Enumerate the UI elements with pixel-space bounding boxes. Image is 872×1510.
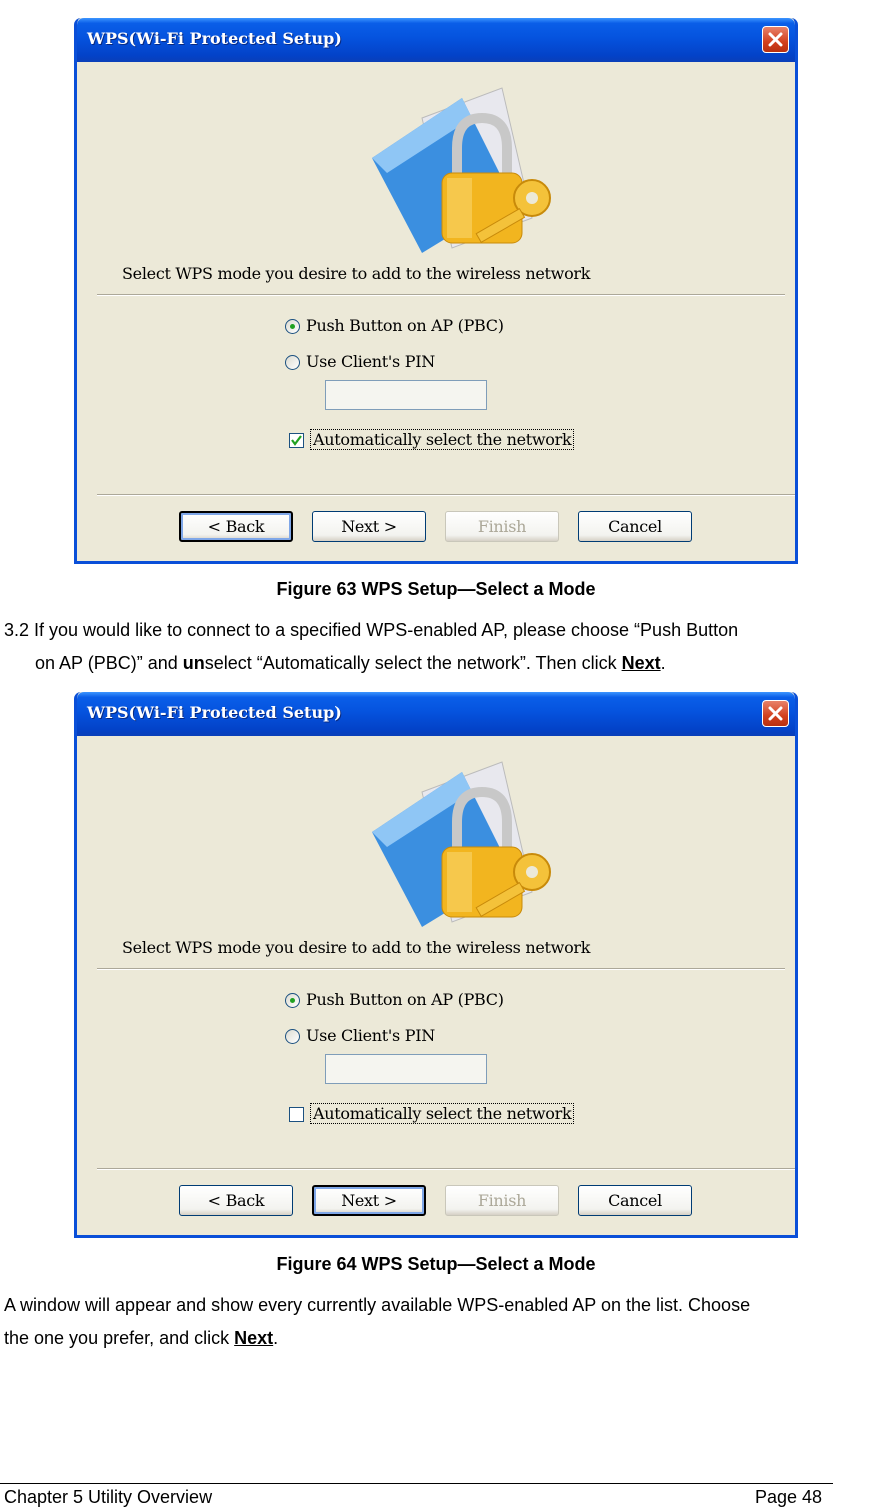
wps-dialog-2: WPS(Wi-Fi Protected Setup) Select WPS mo… [74, 692, 798, 1238]
next-reference-text: Next [234, 1328, 274, 1348]
close-button[interactable] [762, 700, 789, 727]
window-title: WPS(Wi-Fi Protected Setup) [87, 703, 342, 722]
result-line-1: A window will appear and show every curr… [4, 1295, 751, 1315]
folder-padlock-key-icon [372, 87, 551, 253]
separator [97, 494, 795, 496]
window-title: WPS(Wi-Fi Protected Setup) [87, 29, 342, 48]
radio-unselected-icon[interactable] [285, 1029, 300, 1044]
radio-pbc-label: Push Button on AP (PBC) [306, 316, 504, 335]
auto-select-label: Automatically select the network [310, 429, 575, 450]
bold-segment: un [182, 653, 205, 673]
folder-padlock-key-icon [372, 761, 551, 927]
auto-select-label: Automatically select the network [310, 1103, 575, 1124]
radio-pin-label: Use Client's PIN [306, 352, 435, 371]
radio-pbc-label: Push Button on AP (PBC) [306, 990, 504, 1009]
separator [97, 294, 785, 296]
title-bar[interactable]: WPS(Wi-Fi Protected Setup) [77, 18, 795, 62]
radio-selected-icon[interactable] [285, 993, 300, 1008]
result-paragraph: A window will appear and show every curr… [4, 1289, 750, 1355]
checkmark-icon [291, 435, 302, 446]
next-reference: Next [234, 1328, 273, 1348]
radio-pbc[interactable]: Push Button on AP (PBC) [285, 316, 504, 335]
close-button[interactable] [762, 26, 789, 53]
figure-caption: Figure 63 WPS Setup—Select a Mode [276, 579, 596, 599]
back-button[interactable]: < Back [179, 511, 293, 542]
next-reference: Next [622, 653, 661, 673]
radio-pin-label: Use Client's PIN [306, 1026, 435, 1045]
wps-dialog-1: WPS(Wi-Fi Protected Setup) Select WPS mo… [74, 18, 798, 564]
back-button[interactable]: < Back [179, 1185, 293, 1216]
instruction-paragraph: 3.2 If you would like to connect to a sp… [4, 614, 738, 680]
pin-input[interactable] [325, 380, 487, 410]
pin-input[interactable] [325, 1054, 487, 1084]
footer-page-number: Page 48 [755, 1487, 823, 1507]
text-segment: . [273, 1328, 279, 1348]
cancel-button[interactable]: Cancel [578, 1185, 692, 1216]
radio-unselected-icon[interactable] [285, 355, 300, 370]
instruction-line-2: on AP (PBC)” and unselect “Automatically… [4, 647, 738, 680]
next-button[interactable]: Next > [312, 511, 426, 542]
result-line-2: the one you prefer, and click Next. [4, 1322, 750, 1355]
text-segment: the one you prefer, and click [4, 1328, 235, 1348]
radio-pin[interactable]: Use Client's PIN [285, 1026, 435, 1045]
checkbox-checked[interactable] [289, 433, 304, 448]
auto-select-checkbox-row[interactable]: Automatically select the network [289, 1103, 575, 1124]
radio-selected-icon[interactable] [285, 319, 300, 334]
footer-chapter: Chapter 5 Utility Overview [4, 1487, 213, 1507]
footer-rule [0, 1483, 833, 1484]
next-reference-text: Next [621, 653, 661, 673]
mode-prompt: Select WPS mode you desire to add to the… [122, 264, 591, 283]
instruction-line-1: 3.2 If you would like to connect to a sp… [4, 620, 739, 640]
text-segment: select “Automatically select the network… [204, 653, 622, 673]
checkbox-unchecked[interactable] [289, 1107, 304, 1122]
separator [97, 1168, 795, 1170]
finish-button[interactable]: Finish [445, 1185, 559, 1216]
figure-caption: Figure 64 WPS Setup—Select a Mode [276, 1254, 596, 1274]
close-icon [768, 32, 783, 47]
radio-pbc[interactable]: Push Button on AP (PBC) [285, 990, 504, 1009]
close-icon [768, 706, 783, 721]
auto-select-checkbox-row[interactable]: Automatically select the network [289, 429, 575, 450]
text-segment: on AP (PBC)” and [35, 653, 183, 673]
finish-button[interactable]: Finish [445, 511, 559, 542]
text-segment: . [660, 653, 666, 673]
cancel-button[interactable]: Cancel [578, 511, 692, 542]
next-button[interactable]: Next > [312, 1185, 426, 1216]
mode-prompt: Select WPS mode you desire to add to the… [122, 938, 591, 957]
title-bar[interactable]: WPS(Wi-Fi Protected Setup) [77, 692, 795, 736]
separator [97, 968, 785, 970]
radio-pin[interactable]: Use Client's PIN [285, 352, 435, 371]
